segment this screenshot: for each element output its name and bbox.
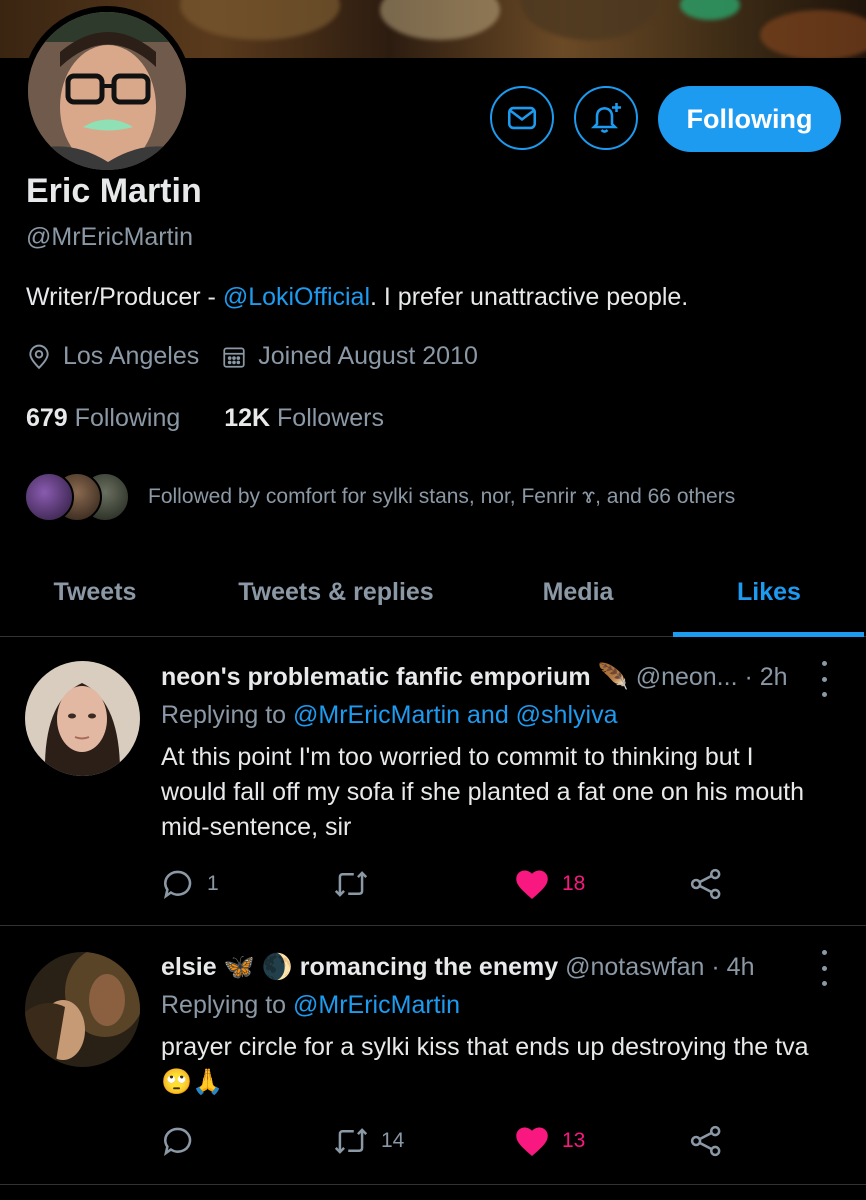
message-button[interactable] [490, 86, 554, 150]
following-button[interactable]: Following [658, 86, 841, 152]
bell-plus-icon [590, 103, 621, 133]
tweet-display-name[interactable]: neon's problematic fanfic emporium [161, 663, 591, 691]
like-button[interactable]: 18 [514, 867, 585, 901]
followed-by[interactable]: Followed by comfort for sylki stans, nor… [24, 472, 735, 522]
tweet-display-name[interactable]: elsie [161, 953, 217, 981]
mail-icon [507, 106, 537, 130]
retweet-icon [334, 871, 368, 897]
profile-name: Eric Martin [26, 172, 202, 210]
tab-media[interactable]: Media [482, 548, 674, 636]
notifications-button[interactable] [574, 86, 638, 150]
profile-avatar[interactable] [22, 6, 192, 176]
retweet-count: 14 [381, 1129, 405, 1152]
share-button[interactable] [689, 1124, 723, 1158]
retweet-button[interactable] [333, 867, 381, 901]
feather-emoji: 🪶 [597, 663, 629, 691]
following-count: 679 [26, 404, 68, 432]
replying-prefix: Replying to [161, 991, 294, 1019]
tweet-author-avatar[interactable] [25, 661, 140, 776]
profile-location: Los Angeles [63, 342, 200, 370]
moon-emoji: 🌒 [261, 953, 293, 981]
retweet-icon [334, 1128, 368, 1154]
share-icon [690, 1125, 721, 1157]
followers-count: 12K [224, 404, 271, 432]
reply-button[interactable]: 1 [161, 867, 219, 901]
profile-joined: Joined August 2010 [258, 342, 478, 370]
following-label: Following [74, 404, 181, 432]
tab-tweets[interactable]: Tweets [0, 548, 190, 636]
profile-tabs: Tweets Tweets & replies Media Likes [0, 548, 866, 637]
retweet-button[interactable]: 14 [333, 1124, 404, 1158]
tweet-time[interactable]: · 2h [744, 663, 787, 691]
bio-mention-link[interactable]: @LokiOfficial [223, 283, 370, 311]
location-pin-icon [29, 344, 49, 369]
share-icon [690, 868, 721, 900]
tweet[interactable]: elsie 🦋 🌒 romancing the enemy @notaswfan… [0, 926, 866, 1185]
replying-to-link[interactable]: @MrEricMartin and @shlyiva [293, 701, 617, 729]
tweet-text: At this point I'm too worried to commit … [161, 743, 804, 841]
tweet-text-emoji: 🙄🙏 [161, 1068, 224, 1096]
calendar-icon [223, 346, 245, 368]
followed-by-text: Followed by comfort for sylki stans, nor… [148, 485, 736, 508]
profile-bio: Writer/Producer - @LokiOfficial. I prefe… [26, 283, 688, 312]
reply-icon [163, 870, 192, 900]
replying-to-link[interactable]: @MrEricMartin [293, 991, 460, 1019]
follower-avatar [24, 472, 74, 522]
butterfly-emoji: 🦋 [223, 953, 255, 981]
tweet-display-name-suffix[interactable]: romancing the enemy [300, 953, 558, 981]
tweet-time[interactable]: · 4h [711, 953, 754, 981]
reply-icon [163, 1127, 192, 1157]
tab-likes[interactable]: Likes [674, 548, 864, 636]
tab-tweets-replies[interactable]: Tweets & replies [190, 548, 482, 636]
following-stat[interactable]: 679 Following [26, 404, 180, 432]
profile-stats: 679 Following 12K Followers [26, 404, 384, 433]
share-button[interactable] [689, 867, 723, 901]
followers-stat[interactable]: 12K Followers [224, 404, 384, 432]
replying-to: Replying to @MrEricMartin and @shlyiva [161, 701, 617, 730]
reply-count: 1 [207, 872, 219, 895]
tweet-handle: @neon... [635, 663, 738, 691]
tweet-handle: @notaswfan [565, 953, 705, 981]
more-vertical-icon[interactable] [814, 661, 834, 697]
replying-to: Replying to @MrEricMartin [161, 991, 460, 1020]
profile-handle: @MrEricMartin [26, 223, 194, 251]
tweet-text-content: prayer circle for a sylki kiss that ends… [161, 1033, 809, 1061]
like-count: 18 [562, 872, 586, 895]
bio-text: Writer/Producer - [26, 283, 223, 311]
tweet-header: neon's problematic fanfic emporium 🪶 @ne… [161, 663, 788, 692]
replying-prefix: Replying to [161, 701, 294, 729]
tweet[interactable]: neon's problematic fanfic emporium 🪶 @ne… [0, 637, 866, 926]
followers-label: Followers [277, 404, 384, 432]
like-button[interactable]: 13 [514, 1124, 585, 1158]
tweet-text: prayer circle for a sylki kiss that ends… [161, 1030, 821, 1100]
heart-icon [516, 1127, 548, 1156]
profile-meta: Los Angeles Joined August 2010 [26, 342, 478, 371]
tweet-header: elsie 🦋 🌒 romancing the enemy @notaswfan… [161, 953, 755, 982]
tweet-author-avatar[interactable] [25, 952, 140, 1067]
heart-icon [516, 870, 548, 899]
more-vertical-icon[interactable] [814, 950, 834, 986]
reply-button[interactable] [161, 1124, 207, 1158]
like-count: 13 [562, 1129, 586, 1152]
bio-text-suffix: . I prefer unattractive people. [370, 283, 689, 311]
